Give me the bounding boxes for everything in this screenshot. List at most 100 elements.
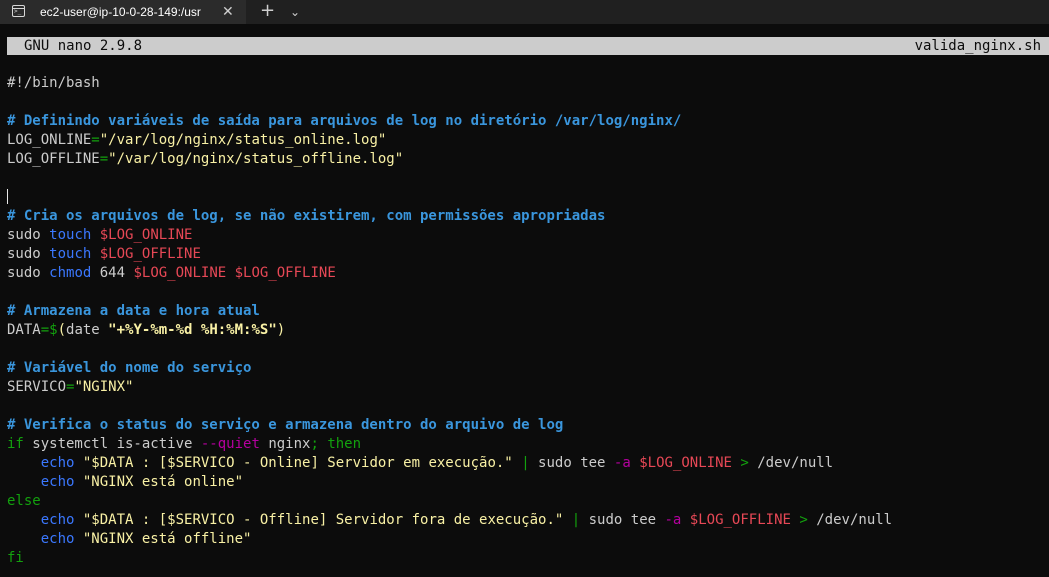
code-token: # Verifica o status do serviço e armazen…	[7, 417, 564, 433]
code-line: echo "NGINX está online"	[7, 473, 1049, 492]
code-token: touch	[49, 227, 92, 243]
code-line: else	[7, 492, 1049, 511]
code-token: echo	[40, 531, 75, 547]
code-line: LOG_ONLINE="/var/log/nginx/status_online…	[7, 131, 1049, 150]
code-token: $LOG_OFFLINE	[689, 512, 791, 528]
code-line: sudo chmod 644 $LOG_ONLINE $LOG_OFFLINE	[7, 264, 1049, 283]
code-token: =	[91, 132, 100, 148]
code-token: chmod	[49, 265, 92, 281]
code-token: "NGINX está online"	[82, 474, 244, 490]
code-token: #!/bin/bash	[7, 75, 100, 91]
code-token: LOG_ONLINE	[7, 132, 92, 148]
tab-dropdown-button[interactable]: ⌄	[290, 2, 300, 22]
code-token: >	[799, 512, 808, 528]
code-token: echo	[40, 455, 75, 471]
code-token: (	[57, 322, 67, 338]
nano-header-bar: GNU nano 2.9.8 valida_nginx.sh	[7, 37, 1049, 55]
code-token: -a	[613, 455, 631, 471]
code-token: SERVICO	[7, 379, 67, 395]
code-token: )	[276, 322, 286, 338]
code-token: sudo	[7, 227, 50, 243]
code-line: DATA=$(date "+%Y-%m-%d %H:%M:%S")	[7, 321, 1049, 340]
code-token: "/var/log/nginx/status_offline.log"	[108, 151, 404, 167]
code-token: sudo	[7, 265, 50, 281]
code-token: if	[7, 436, 24, 452]
code-token: # Armazena a data e hora atual	[7, 303, 260, 319]
code-token: echo	[40, 474, 75, 490]
code-line: fi	[7, 549, 1049, 568]
code-line: echo "$DATA : [$SERVICO - Online] Servid…	[7, 454, 1049, 473]
code-line: # Definindo variáveis de saída para arqu…	[7, 112, 1049, 131]
code-token: "NGINX"	[74, 379, 134, 395]
code-token: |	[521, 455, 530, 471]
nano-version: GNU nano 2.9.8	[24, 38, 143, 54]
nano-filename: valida_nginx.sh	[914, 38, 1041, 54]
code-token: fi	[7, 550, 24, 566]
code-token: sudo tee	[580, 512, 665, 528]
code-token: $LOG_OFFLINE	[99, 246, 201, 262]
code-token: "NGINX está offline"	[82, 531, 252, 547]
code-token: >	[740, 455, 749, 471]
code-token: -a	[664, 512, 682, 528]
code-token: $LOG_ONLINE $LOG_OFFLINE	[133, 265, 336, 281]
code-line: # Cria os arquivos de log, se não existi…	[7, 207, 1049, 226]
code-token: sudo	[7, 246, 50, 262]
code-line: # Variável do nome do serviço	[7, 359, 1049, 378]
code-token: "$DATA : [$SERVICO - Online] Servidor em…	[82, 455, 513, 471]
code-line: # Verifica o status do serviço e armazen…	[7, 416, 1049, 435]
code-token: LOG_OFFLINE	[7, 151, 100, 167]
code-token: /dev/null	[748, 455, 834, 471]
code-token: $LOG_ONLINE	[639, 455, 732, 471]
code-token: "/var/log/nginx/status_online.log"	[99, 132, 387, 148]
close-tab-button[interactable]: ✕	[222, 3, 234, 21]
code-line: echo "NGINX está offline"	[7, 530, 1049, 549]
code-token: |	[571, 512, 581, 528]
code-token: systemctl is-active	[23, 436, 201, 452]
code-token: =	[99, 151, 109, 167]
terminal-tab[interactable]: ec2-user@ip-10-0-28-149:/usr ✕	[0, 0, 246, 24]
code-line: #!/bin/bash	[7, 74, 1049, 93]
code-line: # Armazena a data e hora atual	[7, 302, 1049, 321]
tab-title: ec2-user@ip-10-0-28-149:/usr	[40, 5, 201, 19]
code-token: DATA	[7, 322, 41, 338]
code-line: if systemctl is-active --quiet nginx; th…	[7, 435, 1049, 454]
code-token: # Definindo variáveis de saída para arqu…	[7, 113, 682, 129]
code-line: echo "$DATA : [$SERVICO - Offline] Servi…	[7, 511, 1049, 530]
code-token: --quiet	[200, 436, 260, 452]
code-line: SERVICO="NGINX"	[7, 378, 1049, 397]
code-token: else	[7, 493, 41, 509]
code-token: /dev/null	[807, 512, 893, 528]
code-token: # Variável do nome do serviço	[7, 360, 252, 376]
code-line: sudo touch $LOG_OFFLINE	[7, 245, 1049, 264]
code-token: "+%Y-%m-%d %H:%M:%S"	[108, 322, 277, 338]
code-token: touch	[49, 246, 92, 262]
code-token: "$DATA : [$SERVICO - Offline] Servidor f…	[82, 512, 564, 528]
code-token: 644	[91, 265, 134, 281]
editor-text-area[interactable]: #!/bin/bash # Definindo variáveis de saíd…	[7, 74, 1049, 568]
code-token: ; then	[310, 436, 362, 452]
code-token: sudo tee	[529, 455, 614, 471]
new-tab-button[interactable]: +	[260, 1, 275, 21]
terminal-icon	[12, 5, 25, 17]
code-token: echo	[40, 512, 75, 528]
